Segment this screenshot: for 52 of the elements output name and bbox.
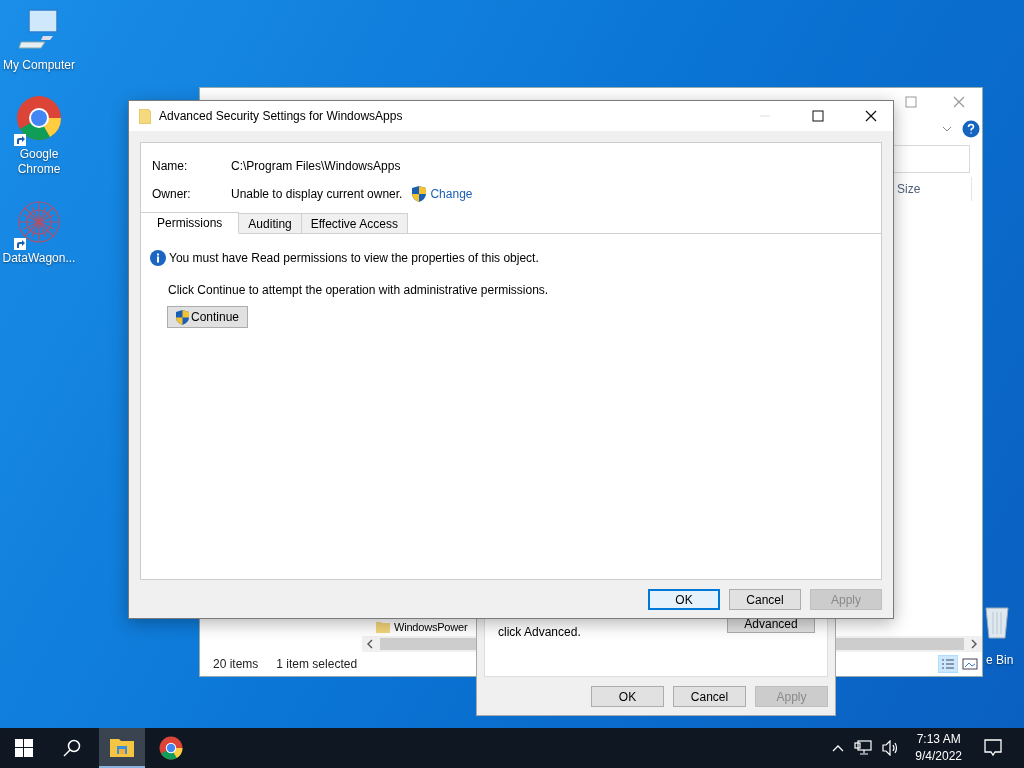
computer-icon[interactable]: [17, 8, 61, 52]
clock-time[interactable]: 7:13 AM: [916, 731, 961, 748]
info-icon: [150, 250, 166, 266]
large-icons-view-icon[interactable]: [962, 657, 978, 671]
chevron-down-icon[interactable]: [942, 125, 952, 132]
taskbar-app[interactable]: [99, 728, 145, 768]
folder-icon: [376, 621, 390, 633]
search-icon[interactable]: [63, 739, 81, 757]
recycle-bin-label[interactable]: e Bin: [986, 653, 1014, 667]
shield-icon: [176, 309, 189, 325]
notification-icon[interactable]: [984, 739, 1002, 757]
shortcut-arrow-icon: [14, 238, 26, 250]
start-icon[interactable]: [15, 739, 33, 757]
file-name[interactable]: WindowsPower: [394, 621, 468, 633]
dialog-button[interactable]: OK: [648, 589, 720, 610]
help-icon[interactable]: [962, 119, 980, 138]
dialog-button[interactable]: OK: [591, 686, 664, 707]
desktop-icon-label[interactable]: Google Chrome: [1, 147, 77, 177]
field-value: Unable to display current owner.: [231, 187, 403, 201]
network-icon[interactable]: [854, 740, 873, 756]
status-text: 20 items: [213, 657, 259, 671]
maximize-icon[interactable]: [812, 110, 824, 122]
chevron-up-icon[interactable]: [832, 744, 845, 752]
status-text: 1 item selected: [276, 657, 358, 671]
tab[interactable]: Auditing: [239, 213, 302, 234]
scroll-left-icon[interactable]: [366, 639, 374, 649]
dialog-button[interactable]: Cancel: [673, 686, 746, 707]
shield-icon: [412, 186, 427, 202]
chrome-icon[interactable]: [16, 95, 62, 141]
mesh-icon[interactable]: [16, 199, 62, 245]
desktop-icon-label[interactable]: My Computer: [1, 58, 77, 73]
chrome-icon: [159, 736, 183, 760]
window-title: Advanced Security Settings for WindowsApps: [159, 109, 403, 123]
continue-button[interactable]: Continue: [167, 306, 249, 328]
tab[interactable]: Effective Access: [301, 213, 408, 234]
desktop-icon-label[interactable]: DataWagon...: [1, 251, 77, 266]
hint-text: click Advanced.: [498, 624, 581, 639]
shortcut-arrow-icon: [14, 134, 26, 146]
info-message: You must have Read permissions to view the properties of this object.: [169, 251, 539, 265]
close-icon[interactable]: [865, 110, 877, 122]
dialog-button[interactable]: Cancel: [729, 589, 801, 610]
recycle-bin-icon[interactable]: [984, 604, 1010, 640]
clock-date[interactable]: 9/4/2022: [915, 748, 962, 765]
tab[interactable]: Permissions: [141, 212, 240, 234]
instruction-text: Click Continue to attempt the operation with administrative permissions.: [168, 283, 549, 297]
scroll-right-icon[interactable]: [970, 639, 978, 649]
field-label: Owner:: [152, 187, 192, 201]
field-label: Name:: [152, 159, 189, 173]
change-link[interactable]: Change: [430, 187, 473, 201]
folder-icon: [139, 108, 151, 124]
field-value: C:\Program Files\WindowsApps: [231, 159, 401, 173]
folder-icon: [110, 737, 134, 757]
